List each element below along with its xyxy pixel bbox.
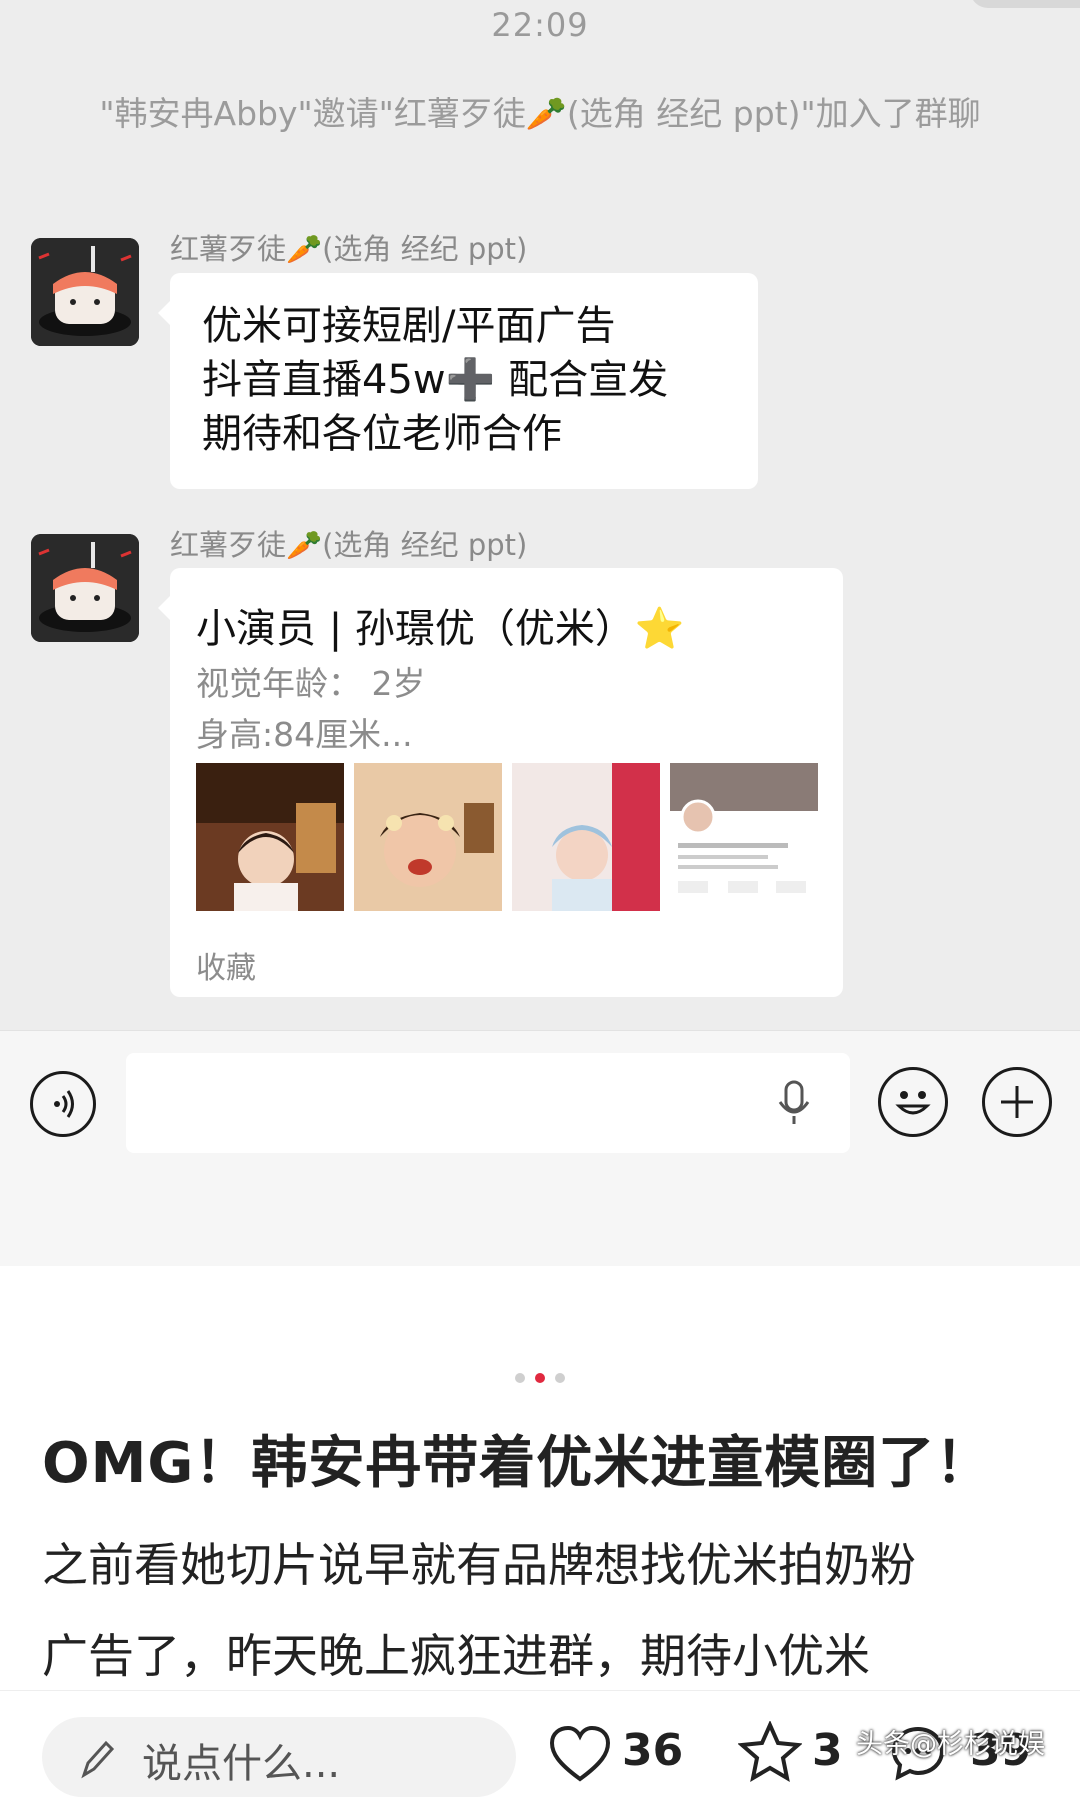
sender-avatar[interactable]	[31, 238, 139, 346]
carousel-dot[interactable]	[555, 1373, 565, 1383]
microphone-icon[interactable]	[774, 1078, 814, 1128]
carousel-indicator	[0, 1368, 1080, 1387]
sender-name: 红薯歹徒🥕(选角 经纪 ppt)	[170, 528, 528, 562]
card-footer-label: 收藏	[196, 951, 256, 986]
comment-placeholder: 说点什么...	[142, 1741, 341, 1787]
like-count: 36	[622, 1725, 684, 1776]
watermark: 头条@杉杉说娱	[856, 1729, 1045, 1760]
chat-input-bar	[0, 1030, 1080, 1266]
plus-icon[interactable]	[982, 1067, 1052, 1137]
message-input[interactable]	[126, 1053, 850, 1153]
carousel-dot[interactable]	[515, 1373, 525, 1383]
system-join-message: "韩安冉Abby"邀请"红薯歹徒🥕(选角 经纪 ppt)"加入了群聊	[99, 94, 981, 133]
article-headline: OMG！韩安冉带着优米进童模圈了！	[42, 1431, 993, 1496]
card-title: 小演员 | 孙璟优（优米）⭐	[196, 606, 685, 652]
message-line: 抖音直播45w➕ 配合宣发	[202, 357, 669, 403]
thumbnail-photo[interactable]	[196, 763, 344, 911]
thumbnail-profile-screenshot[interactable]	[670, 763, 818, 911]
pencil-icon	[81, 1740, 115, 1779]
thumbnail-photo[interactable]	[354, 763, 502, 911]
thumbnail-photo[interactable]	[512, 763, 660, 911]
voice-icon[interactable]	[30, 1071, 96, 1137]
body-line: 广告了，昨天晚上疯狂进群，期待小优米	[42, 1629, 870, 1683]
comment-input[interactable]: 说点什么...	[42, 1717, 516, 1797]
chat-area: 22:09 "韩安冉Abby"邀请"红薯歹徒🥕(选角 经纪 ppt)"加入了群聊…	[0, 0, 1080, 1030]
sender-name: 红薯歹徒🥕(选角 经纪 ppt)	[170, 232, 528, 266]
article-body: 之前看她切片说早就有品牌想找优米拍奶粉 广告了，昨天晚上疯狂进群，期待小优米	[42, 1520, 1052, 1702]
card-line: 身高:84厘米...	[196, 715, 413, 754]
chat-timestamp: 22:09	[491, 6, 589, 44]
sender-avatar[interactable]	[31, 534, 139, 642]
profile-card-bubble[interactable]: 小演员 | 孙璟优（优米）⭐ 视觉年龄： 2岁 身高:84厘米... 收藏	[158, 568, 843, 997]
heart-icon[interactable]	[548, 1725, 612, 1785]
body-line: 之前看她切片说早就有品牌想找优米拍奶粉	[42, 1538, 916, 1592]
emoji-icon[interactable]	[878, 1067, 948, 1137]
carousel-dot-active[interactable]	[535, 1373, 545, 1383]
message-line: 优米可接短剧/平面广告	[202, 303, 616, 349]
text-message-bubble[interactable]: 优米可接短剧/平面广告 抖音直播45w➕ 配合宣发 期待和各位老师合作	[158, 273, 758, 489]
favorite-count: 3	[812, 1725, 843, 1776]
star-icon[interactable]	[738, 1721, 802, 1783]
card-line: 视觉年龄： 2岁	[196, 664, 426, 703]
message-line: 期待和各位老师合作	[202, 411, 562, 457]
